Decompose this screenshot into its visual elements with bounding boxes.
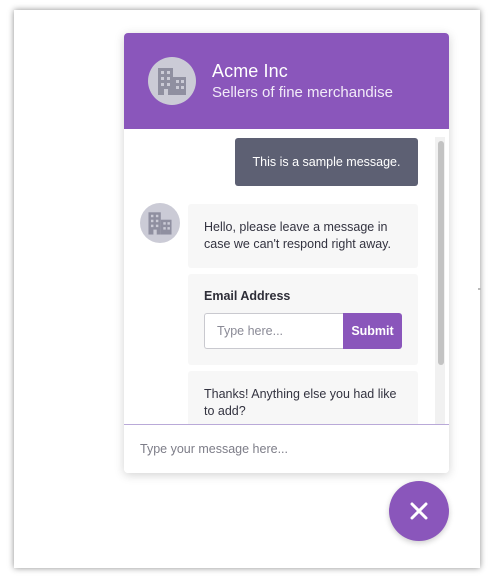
followup-message-text: Thanks! Anything else you had like to ad… (204, 387, 397, 418)
building-icon (148, 212, 172, 235)
company-name: Acme Inc (212, 61, 288, 81)
chat-widget: Acme Inc Sellers of fine merchandise Thi… (124, 33, 449, 473)
email-form: Email Address Submit (188, 274, 418, 365)
frame-edge-mark (478, 288, 481, 290)
submit-button[interactable]: Submit (343, 313, 402, 349)
scrollbar-thumb[interactable] (438, 141, 444, 365)
message-list[interactable]: This is a sample message. Hello, please … (124, 129, 449, 424)
followup-message: Thanks! Anything else you had like to ad… (188, 371, 418, 424)
composer (124, 424, 449, 473)
message-input[interactable] (124, 425, 449, 473)
building-icon (158, 68, 186, 95)
outgoing-message-text: This is a sample message. (252, 155, 401, 169)
email-input[interactable] (204, 313, 343, 349)
greeting-message-text: Hello, please leave a message in case we… (204, 220, 391, 251)
chat-header: Acme Inc Sellers of fine merchandise (124, 33, 449, 129)
outgoing-message: This is a sample message. (235, 138, 418, 186)
greeting-message: Hello, please leave a message in case we… (188, 204, 418, 268)
agent-avatar (140, 203, 180, 243)
email-row: Submit (204, 313, 402, 349)
close-chat-button[interactable] (389, 481, 449, 541)
email-label: Email Address (204, 289, 291, 303)
company-tagline: Sellers of fine merchandise (212, 84, 393, 101)
close-icon (410, 502, 428, 520)
company-avatar (148, 57, 196, 105)
